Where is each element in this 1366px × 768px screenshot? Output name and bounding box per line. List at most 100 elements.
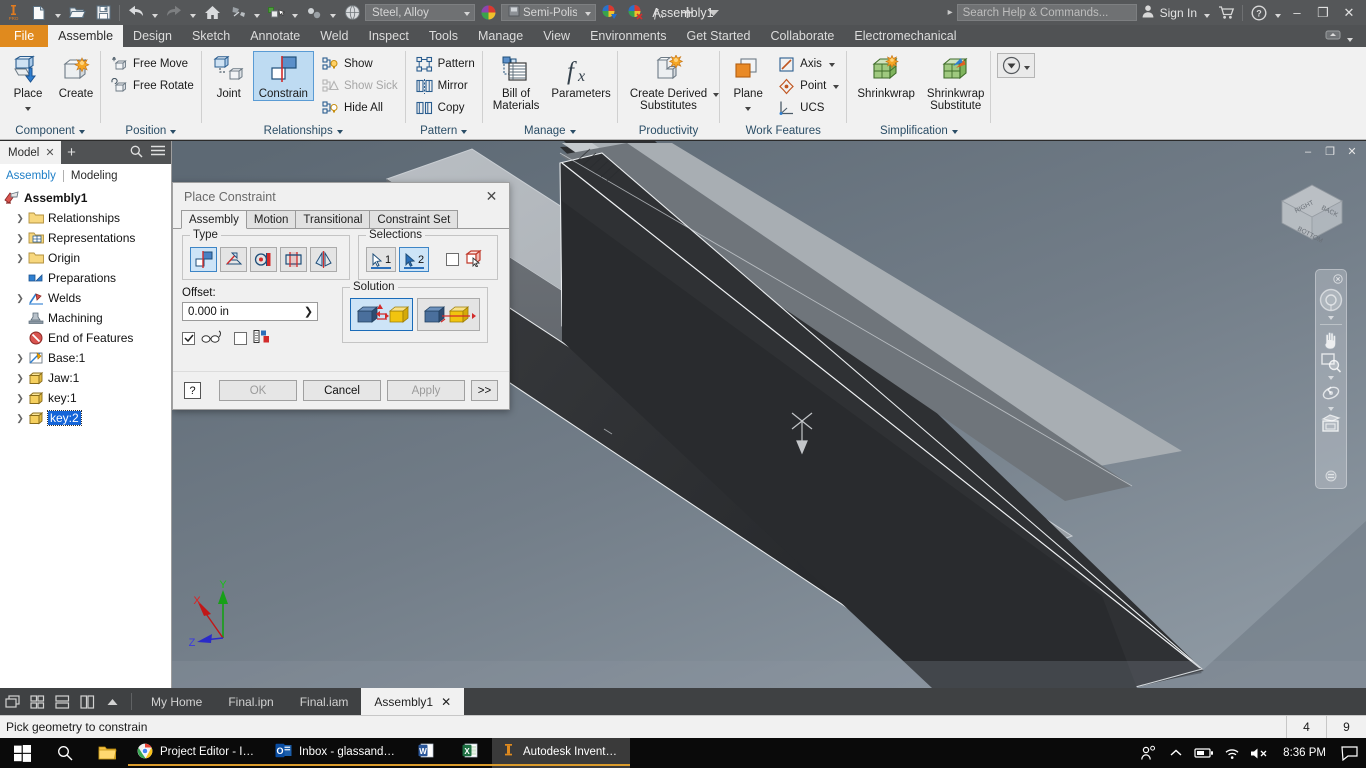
titlebar-expand-arrow-icon[interactable]: ▸ [944, 7, 957, 18]
show-relationship-button[interactable]: Show [318, 53, 405, 75]
browser-tab-model[interactable]: Model ✕ [0, 141, 61, 164]
file-explorer-icon[interactable] [86, 738, 128, 768]
document-tab-assembly1[interactable]: Assembly1 ✕ [361, 688, 465, 715]
action-center-icon[interactable] [1336, 738, 1362, 768]
hide-all-button[interactable]: Hide All [318, 97, 405, 119]
help-button[interactable]: ? [184, 382, 201, 399]
look-at-icon[interactable] [1317, 413, 1345, 435]
update-icon[interactable] [225, 1, 251, 24]
constrain-button[interactable]: Constrain [252, 51, 314, 101]
chevron-right-icon[interactable]: ❯ [15, 248, 25, 268]
viewport-minimize-button[interactable]: – [1298, 143, 1318, 160]
sign-in-button[interactable]: Sign In [1137, 4, 1201, 21]
chevron-right-icon[interactable]: ❯ [15, 288, 25, 308]
volume-muted-icon[interactable] [1247, 738, 1273, 768]
taskbar-search-icon[interactable] [44, 738, 86, 768]
tree-item-jaw-1[interactable]: ❯ Jaw:1 [4, 368, 171, 388]
close-icon[interactable]: ✕ [45, 146, 54, 159]
copy-button[interactable]: Copy [412, 97, 482, 119]
help-icon[interactable]: ? [1246, 0, 1272, 25]
redo-icon[interactable] [161, 1, 187, 24]
tree-item-preparations[interactable]: Preparations [4, 268, 171, 288]
ok-button[interactable]: OK [219, 380, 297, 401]
panel-title-work-features[interactable]: Work Features [720, 122, 846, 140]
panel-title-manage[interactable]: Manage [483, 122, 617, 140]
tree-item-origin[interactable]: ❯ Origin [4, 248, 171, 268]
chevron-right-icon[interactable]: ❯ [15, 388, 25, 408]
close-icon[interactable]: ✕ [441, 695, 451, 709]
constraint-type-angle-button[interactable] [220, 247, 247, 272]
panel-title-pattern[interactable]: Pattern [406, 122, 482, 140]
tab-collaborate[interactable]: Collaborate [760, 25, 844, 47]
work-plane-button[interactable]: Plane [724, 51, 772, 115]
viewport-close-button[interactable]: ✕ [1342, 143, 1362, 160]
new-file-dropdown-arrow[interactable] [52, 1, 64, 24]
people-icon[interactable] [1135, 738, 1161, 768]
minimize-button[interactable]: – [1284, 0, 1310, 25]
appearance-selector[interactable]: Semi-Polisl [501, 4, 596, 21]
mirror-button[interactable]: Mirror [412, 75, 482, 97]
tile-vertical-icon[interactable] [75, 688, 100, 715]
constraint-type-mate-button[interactable] [190, 247, 217, 272]
panel-title-relationships[interactable]: Relationships [202, 122, 405, 140]
parameters-fx-icon[interactable]: fx [648, 1, 674, 24]
orbit-icon[interactable] [1317, 382, 1345, 404]
apply-button[interactable]: Apply [387, 380, 465, 401]
restore-button[interactable]: ❐ [1310, 0, 1336, 25]
dialog-close-button[interactable]: ✕ [478, 185, 505, 209]
work-axis-button[interactable]: Axis [774, 53, 846, 75]
search-input[interactable]: Search Help & Commands... [956, 4, 1137, 21]
dialog-tab-motion[interactable]: Motion [245, 210, 297, 228]
steering-wheel-icon[interactable] [1317, 287, 1345, 313]
select-icon[interactable] [263, 1, 289, 24]
undo-dropdown-arrow[interactable] [149, 1, 161, 24]
tree-item-end-of-features[interactable]: End of Features [4, 328, 171, 348]
taskbar-app-inventor[interactable]: Autodesk Inventor Pr... [492, 738, 630, 768]
wifi-icon[interactable] [1219, 738, 1245, 768]
appearance-globe-icon[interactable] [339, 1, 365, 24]
tab-design[interactable]: Design [123, 25, 182, 47]
tab-environments[interactable]: Environments [580, 25, 676, 47]
pan-hand-icon[interactable] [1317, 327, 1345, 351]
clear-appearance-icon[interactable] [622, 1, 648, 24]
shrinkwrap-button[interactable]: Shrinkwrap [851, 51, 921, 101]
zoom-window-icon[interactable] [1317, 351, 1345, 373]
home-icon[interactable] [199, 1, 225, 24]
chevron-right-icon[interactable]: ❯ [15, 228, 25, 248]
free-rotate-button[interactable]: Free Rotate [107, 75, 201, 97]
offset-input[interactable]: 0.000 in ❯ [182, 302, 318, 321]
update-dropdown-arrow[interactable] [251, 1, 263, 24]
tab-manage[interactable]: Manage [468, 25, 533, 47]
collapse-arrow-icon[interactable] [100, 688, 125, 715]
tree-item-base-1[interactable]: ❯ Base:1 [4, 348, 171, 368]
chevron-right-icon[interactable]: ❯ [15, 408, 25, 428]
browser-subtab-assembly[interactable]: Assembly [6, 170, 56, 182]
tab-view[interactable]: View [533, 25, 580, 47]
place-constraint-dialog[interactable]: Place Constraint ✕ Assembly Motion Trans… [172, 182, 510, 410]
tab-tools[interactable]: Tools [419, 25, 468, 47]
tree-item-relationships[interactable]: ❯ Relationships [4, 208, 171, 228]
undo-icon[interactable] [123, 1, 149, 24]
panel-title-component[interactable]: Component [0, 122, 100, 140]
chevron-down-icon[interactable] [829, 58, 835, 70]
tile-windows-icon[interactable] [25, 688, 50, 715]
selection-1-button[interactable]: 1 [366, 247, 396, 272]
view-cube[interactable]: RIGHT BACK BOTTOM [1272, 173, 1352, 253]
create-derived-dropdown-arrow[interactable] [713, 74, 719, 100]
chevron-right-icon[interactable]: ❯ [15, 368, 25, 388]
tree-item-representations[interactable]: ❯ Representations [4, 228, 171, 248]
chevron-right-icon[interactable]: ❯ [15, 348, 25, 368]
tree-item-machining[interactable]: Machining [4, 308, 171, 328]
dialog-title-bar[interactable]: Place Constraint ✕ [173, 183, 509, 210]
taskbar-app-chrome[interactable]: Project Editor - Instru... [128, 738, 266, 768]
joint-button[interactable]: Joint [205, 51, 253, 101]
zoom-dropdown-arrow[interactable] [1328, 373, 1334, 382]
qat-customize-icon[interactable] [700, 1, 726, 24]
browser-subtab-modeling[interactable]: Modeling [71, 170, 118, 182]
tab-file[interactable]: File [0, 25, 49, 47]
pattern-button[interactable]: Pattern [412, 53, 482, 75]
tree-item-key-2[interactable]: ❯ key:2 [4, 408, 171, 428]
solution-flush-button[interactable] [417, 298, 480, 331]
tab-assemble[interactable]: Assemble [48, 25, 124, 47]
create-derived-substitutes-button[interactable]: Create Derived Substitutes [624, 51, 713, 113]
